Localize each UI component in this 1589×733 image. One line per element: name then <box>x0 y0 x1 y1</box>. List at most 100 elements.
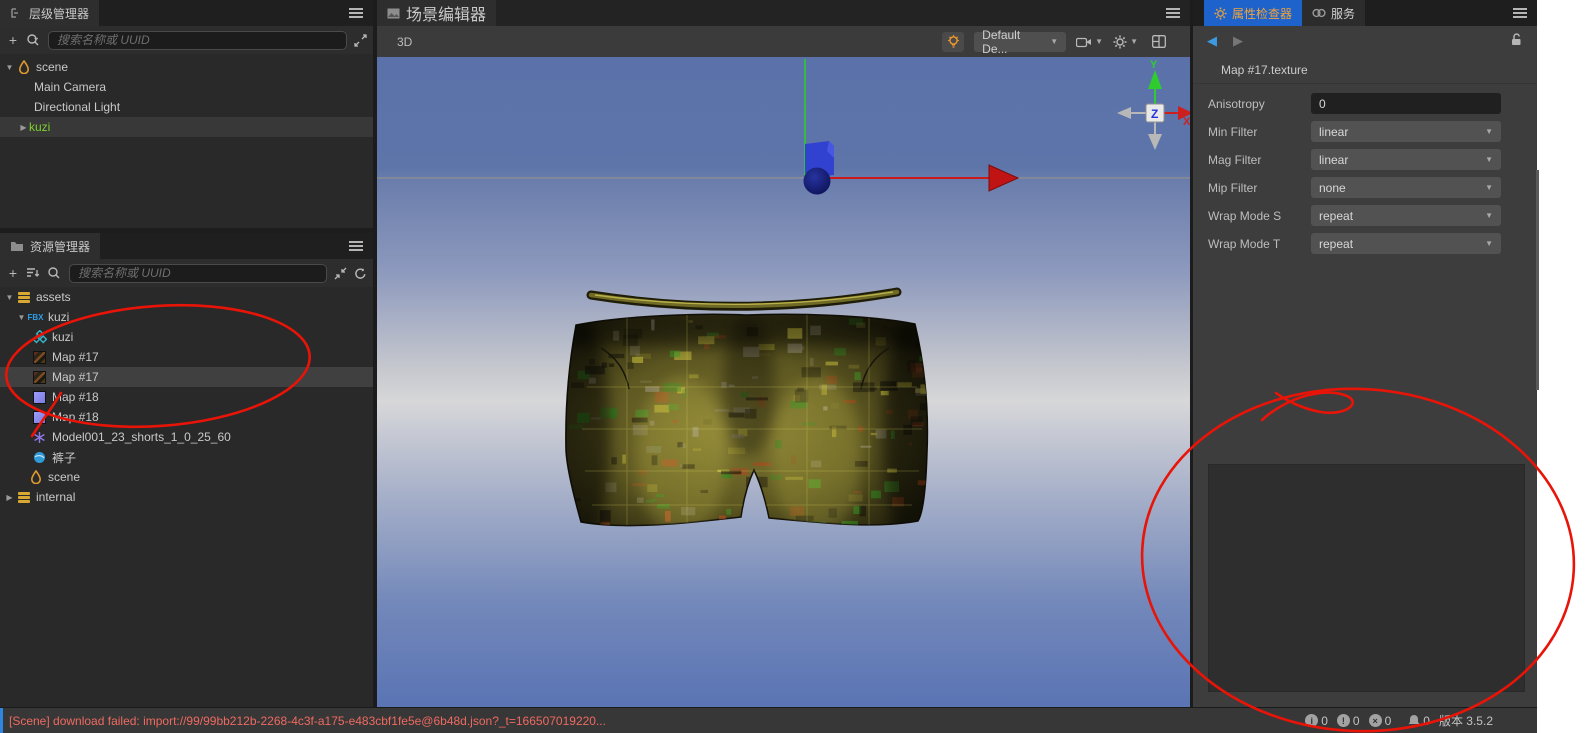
assets-menu-icon[interactable] <box>349 241 363 251</box>
wrap-mode-s-select[interactable]: repeat ▼ <box>1311 205 1501 226</box>
field-wrap-mode-s: Wrap Mode S repeat ▼ <box>1193 202 1537 229</box>
asset-node-map18-a[interactable]: Map #18 <box>0 387 373 407</box>
info-count: 0 <box>1321 713 1328 728</box>
hierarchy-toolbar: + <box>0 26 373 54</box>
asset-node-internal[interactable]: ▶ internal <box>0 487 373 507</box>
node-label: Model001_23_shorts_1_0_25_60 <box>52 430 231 444</box>
hierarchy-tab[interactable]: 层级管理器 <box>0 0 100 26</box>
collapse-caret-icon[interactable]: ▼ <box>16 313 27 322</box>
assets-title: 资源管理器 <box>30 239 91 254</box>
shorts-model[interactable] <box>554 312 943 557</box>
warning-icon: ! <box>1336 714 1350 727</box>
error-count: 0 <box>1384 713 1392 728</box>
assets-search-input[interactable] <box>69 263 327 283</box>
collapse-all-icon[interactable] <box>333 264 347 282</box>
camera-icon <box>1076 37 1092 47</box>
folder-icon <box>11 242 23 251</box>
material-sphere-icon <box>32 450 47 465</box>
inspector-menu-icon[interactable] <box>1513 8 1527 18</box>
hierarchy-menu-icon[interactable] <box>349 8 363 18</box>
asset-node-map17-a[interactable]: Map #17 <box>0 347 373 367</box>
add-node-button[interactable]: + <box>6 31 20 49</box>
hierarchy-node-scene[interactable]: ▼ scene <box>0 57 373 77</box>
mag-filter-select[interactable]: linear ▼ <box>1311 149 1501 170</box>
mip-filter-select[interactable]: none ▼ <box>1311 177 1501 198</box>
transform-gizmo[interactable] <box>803 59 1020 195</box>
asset-node-kuzi-mesh[interactable]: kuzi <box>0 327 373 347</box>
scene-viewport[interactable]: Y X Z <box>377 57 1194 707</box>
tab-service[interactable]: 服务 <box>1302 0 1366 26</box>
assets-header: 资源管理器 <box>0 233 373 259</box>
anisotropy-input[interactable]: 0 <box>1311 93 1501 114</box>
statusbar: [Scene] download failed: import://99/99b… <box>0 707 1537 733</box>
camera-view-button[interactable]: ▼ <box>1076 32 1103 52</box>
camera-profile-value: Default De... <box>982 27 1021 56</box>
assets-toolbar: + <box>0 259 373 287</box>
status-counters: i 0 ! 0 × 0 0 版本 3.5.2 <box>1305 712 1537 729</box>
notification-counter[interactable]: 0 <box>1408 714 1430 728</box>
asset-node-map18-b[interactable]: Map #18 <box>0 407 373 427</box>
scene-settings-button[interactable]: ▼ <box>1113 32 1138 52</box>
node-label: Map #18 <box>52 390 99 404</box>
asset-node-scene[interactable]: scene <box>0 467 373 487</box>
node-label: Map #17 <box>52 370 99 384</box>
search-filter-button[interactable] <box>26 31 42 49</box>
scene-editor-tab[interactable]: 场景编辑器 <box>377 0 497 26</box>
hierarchy-node-kuzi[interactable]: ▶ kuzi <box>0 117 373 137</box>
field-label: Mag Filter <box>1208 152 1262 167</box>
scene-menu-icon[interactable] <box>1166 8 1180 18</box>
field-label: Wrap Mode T <box>1208 236 1281 251</box>
asset-node-map17-b[interactable]: Map #17 <box>0 367 373 387</box>
chevron-down-icon: ▼ <box>1485 127 1493 136</box>
axis-z-label: Z <box>1151 107 1158 121</box>
collapsed-caret-icon[interactable]: ▶ <box>18 123 29 132</box>
hierarchy-node-main-camera[interactable]: Main Camera <box>0 77 373 97</box>
assets-tree: ▼ assets ▼ FBX kuzi kuzi Map #17 Map #17… <box>0 287 373 707</box>
collapse-caret-icon[interactable]: ▼ <box>4 63 15 72</box>
link-icon <box>1312 8 1326 18</box>
hierarchy-search-input[interactable] <box>48 30 347 50</box>
warning-counter[interactable]: ! 0 <box>1336 714 1360 728</box>
error-counter[interactable]: × 0 <box>1368 713 1392 728</box>
camera-profile-dropdown[interactable]: Default De... ▼ <box>974 28 1067 56</box>
scene-toolbar: 3D Default De... ▼ ▼ ▼ <box>377 26 1190 57</box>
history-forward-button[interactable]: ▶ <box>1233 33 1243 49</box>
sort-button[interactable] <box>26 264 41 282</box>
inspector-asset-title: Map #17.texture <box>1193 56 1537 84</box>
chevron-down-icon: ▼ <box>1130 37 1138 46</box>
axis-gizmo[interactable]: Y X Z <box>1117 59 1193 150</box>
asset-node-kuzi-material[interactable]: 裤子 <box>0 447 373 467</box>
asset-node-fbx-kuzi[interactable]: ▼ FBX kuzi <box>0 307 373 327</box>
hierarchy-node-directional-light[interactable]: Directional Light <box>0 97 373 117</box>
tab-inspector[interactable]: 属性检查器 <box>1204 0 1303 26</box>
status-error-text[interactable]: [Scene] download failed: import://99/99b… <box>0 714 606 728</box>
inspector-column: 属性检查器 服务 ◀ ▶ Map #17.texture Anisotropy … <box>1190 0 1539 707</box>
texture-thumbnail-icon <box>32 410 47 425</box>
chevron-down-icon: ▼ <box>1095 37 1104 46</box>
light-toggle-button[interactable] <box>942 31 965 52</box>
node-label: Directional Light <box>34 100 121 114</box>
hierarchy-icon <box>11 7 18 18</box>
assets-tab[interactable]: 资源管理器 <box>0 233 101 259</box>
min-filter-select[interactable]: linear ▼ <box>1311 121 1501 142</box>
asset-search-filter-button[interactable] <box>47 264 63 282</box>
collapse-caret-icon[interactable]: ▼ <box>4 293 15 302</box>
refresh-icon[interactable] <box>353 264 367 282</box>
history-back-button[interactable]: ◀ <box>1207 33 1217 49</box>
scene-tabbar: 场景编辑器 <box>377 0 1190 26</box>
node-label: kuzi <box>52 330 74 344</box>
lock-button[interactable] <box>1509 32 1523 51</box>
wrap-mode-t-select[interactable]: repeat ▼ <box>1311 233 1501 254</box>
add-asset-button[interactable]: + <box>6 264 20 282</box>
inspector-scrollbar[interactable] <box>1536 170 1539 390</box>
split-view-button[interactable] <box>1148 32 1170 52</box>
unlock-icon <box>1512 32 1521 45</box>
mode-3d-button[interactable]: 3D <box>377 35 412 49</box>
fbx-icon: FBX <box>27 312 44 322</box>
expand-all-icon[interactable] <box>353 31 367 49</box>
asset-node-model001[interactable]: Model001_23_shorts_1_0_25_60 <box>0 427 373 447</box>
asset-node-assets[interactable]: ▼ assets <box>0 287 373 307</box>
collapsed-caret-icon[interactable]: ▶ <box>4 493 15 502</box>
texture-thumbnail-icon <box>32 370 47 385</box>
info-counter[interactable]: i 0 <box>1305 714 1328 728</box>
